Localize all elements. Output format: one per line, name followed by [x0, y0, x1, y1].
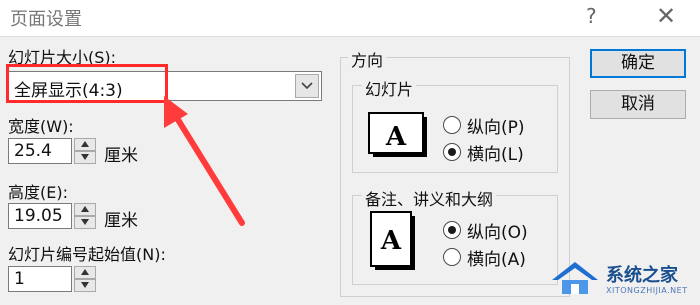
height-value: 19.05	[14, 206, 63, 226]
notes-landscape-radio[interactable]	[443, 248, 461, 266]
slides-orientation-title: 幻灯片	[362, 76, 417, 100]
slides-portrait-label[interactable]: 纵向(P)	[467, 113, 525, 138]
slides-landscape-radio[interactable]	[443, 143, 461, 161]
height-unit: 厘米	[104, 211, 138, 231]
notes-portrait-radio[interactable]	[443, 221, 461, 239]
page-letter: A	[380, 226, 402, 256]
triangle-down-icon	[81, 282, 89, 288]
house-logo-icon	[552, 262, 598, 294]
notes-orientation-title: 备注、讲义和大纲	[362, 186, 497, 210]
red-arrow-icon	[164, 96, 245, 226]
width-unit: 厘米	[104, 146, 138, 166]
notes-landscape-label[interactable]: 横向(A)	[467, 245, 526, 270]
watermark-text: 系统之家	[606, 265, 678, 286]
start-number-value: 1	[14, 269, 25, 289]
width-spin-down[interactable]	[74, 151, 96, 164]
triangle-up-icon	[81, 141, 89, 147]
start-spin-up[interactable]	[74, 266, 96, 279]
notes-portrait-label[interactable]: 纵向(O)	[467, 218, 528, 243]
width-value: 25.4	[14, 141, 52, 161]
ok-button[interactable]: 确定	[590, 49, 686, 78]
width-label: 宽度(W):	[8, 117, 74, 136]
triangle-up-icon	[81, 206, 89, 212]
slides-landscape-label[interactable]: 横向(L)	[467, 140, 524, 165]
width-spin-up[interactable]	[74, 138, 96, 151]
cancel-button[interactable]: 取消	[590, 90, 686, 119]
start-number-label: 幻灯片编号起始值(N):	[8, 245, 166, 264]
triangle-down-icon	[81, 154, 89, 160]
dialog-title: 页面设置	[10, 9, 82, 30]
slides-portrait-radio[interactable]	[443, 116, 461, 134]
close-button[interactable]: ✕	[656, 2, 676, 30]
watermark-sub: XITONGZHIJIA.NET	[606, 286, 688, 295]
triangle-down-icon	[81, 219, 89, 225]
chevron-down-icon	[301, 82, 313, 90]
start-spin-down[interactable]	[74, 279, 96, 292]
height-label: 高度(E):	[8, 183, 68, 202]
height-spin-down[interactable]	[74, 216, 96, 229]
landscape-page-icon: A	[368, 112, 427, 157]
portrait-page-icon: A	[370, 211, 415, 270]
highlight-box	[6, 64, 168, 103]
help-button[interactable]: ?	[586, 4, 597, 28]
orientation-title: 方向	[348, 47, 387, 71]
dropdown-button[interactable]	[295, 74, 319, 98]
height-spin-up[interactable]	[74, 203, 96, 216]
page-letter: A	[385, 122, 407, 152]
triangle-up-icon	[81, 269, 89, 275]
